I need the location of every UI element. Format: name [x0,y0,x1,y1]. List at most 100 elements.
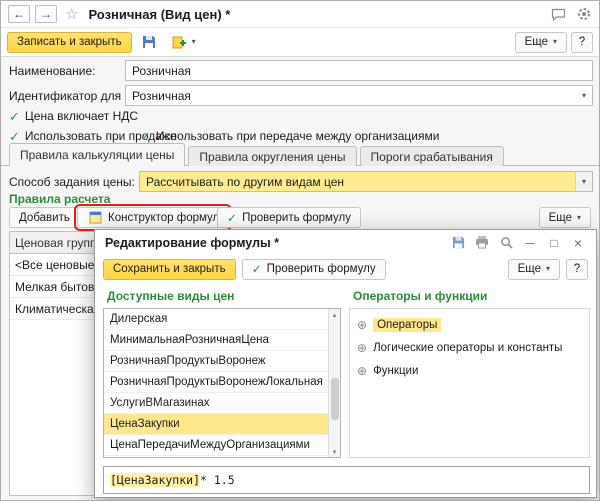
scroll-down-icon[interactable]: ▾ [333,446,337,457]
use-on-transfer-label: Использовать при передаче между организа… [155,129,440,143]
price-type-item[interactable]: РозничнаяПродуктыВоронежЛокальная [104,372,328,393]
scroll-up-icon[interactable]: ▴ [333,309,337,320]
formula-constructor-label: Конструктор формул [108,211,220,224]
tab-calculation-rules[interactable]: Правила калькуляции цены [9,143,186,166]
formula-rest: * 1.5 [200,473,235,487]
tab-thresholds[interactable]: Пороги срабатывания [359,146,504,166]
floppy-icon [141,34,157,50]
dialog-check-formula-button[interactable]: ✓ Проверить формулу [241,258,386,280]
print-icon[interactable] [474,235,490,251]
settings-gear-icon[interactable] [576,6,592,22]
list-scrollbar[interactable]: ▴ ▾ [328,309,340,457]
tab-label: Правила округления цены [199,149,346,164]
scrollbar-thumb[interactable] [330,378,339,420]
dialog-help-label: ? [573,263,581,275]
operators-panel-title: Операторы и функции [353,289,488,303]
minimize-icon[interactable]: ─ [522,235,538,251]
dialog-check-formula-label: Проверить формулу [266,263,376,275]
tree-item-label: Логические операторы и константы [373,341,563,354]
dialog-more-button[interactable]: Еще ▾ [507,258,560,280]
add-button[interactable]: Добавить [9,207,80,228]
check-icon: ✓ [9,128,20,144]
expand-icon[interactable]: ⊕ [357,318,367,332]
chevron-down-icon: ▾ [576,212,581,222]
tree-item-operators[interactable]: ⊕ Операторы [350,313,589,336]
dialog-title: Редактирование формулы * [105,235,280,250]
back-icon: ← [13,7,25,21]
discussions-icon[interactable] [550,6,566,22]
forward-icon: → [40,7,52,21]
price-method-select[interactable]: Рассчитывать по другим видам цен ▾ [139,171,593,192]
check-formula-button[interactable]: ✓ Проверить формулу [217,207,362,228]
zoom-icon[interactable] [498,235,514,251]
price-method-dropdown-button[interactable]: ▾ [575,172,592,191]
add-label: Добавить [19,211,70,224]
maximize-icon[interactable]: □ [546,235,562,251]
expand-icon[interactable]: ⊕ [357,341,367,355]
dialog-toolbar: Сохранить и закрыть ✓ Проверить формулу … [95,255,596,283]
formula-input[interactable]: [ЦенаЗакупки] * 1.5 [103,466,590,494]
dialog-save-and-close-label: Сохранить и закрыть [113,263,226,275]
help-button[interactable]: ? [571,31,593,53]
vat-checkbox-label: Цена включает НДС [24,109,139,123]
tree-item-label: Функции [373,364,419,377]
price-type-item[interactable]: Дилерская [104,309,328,330]
tree-item-functions[interactable]: ⊕ Функции [350,359,589,382]
tab-strip: Правила калькуляции цены Правила округле… [9,143,507,166]
tab-rounding-rules[interactable]: Правила округления цены [188,146,357,166]
identifier-value: Розничная [132,88,191,103]
price-type-item[interactable]: МинимальнаяРозничнаяЦена [104,330,328,351]
price-type-item[interactable]: ЦенаПередачиМеждуОрганизациями [104,435,328,456]
expand-icon[interactable]: ⊕ [357,364,367,378]
formula-editor-dialog: Редактирование формулы * ─ □ × Сохранить… [94,229,597,498]
price-types-list: Дилерская МинимальнаяРозничнаяЦена Розни… [103,308,341,458]
tree-item-logical-operators[interactable]: ⊕ Логические операторы и константы [350,336,589,359]
tab-label: Пороги срабатывания [370,149,493,164]
price-type-item-selected[interactable]: ЦенаЗакупки [104,414,328,435]
chevron-down-icon[interactable]: ▾ [582,91,586,100]
table-more-button[interactable]: Еще ▾ [538,207,591,228]
name-input[interactable]: Розничная [125,60,593,81]
green-check-icon: ✓ [251,262,262,276]
table-more-label: Еще [548,211,572,224]
name-value: Розничная [132,63,191,78]
use-on-transfer-checkbox[interactable]: ✓ Использовать при передаче между органи… [140,129,439,143]
save-icon[interactable] [450,235,466,251]
dialog-help-button[interactable]: ? [566,258,588,280]
check-icon: ✓ [140,128,151,144]
close-icon[interactable]: × [570,235,586,251]
favorite-star-icon[interactable]: ☆ [65,5,78,23]
vat-checkbox[interactable]: ✓ Цена включает НДС [9,109,138,123]
more-label: Еще [524,36,548,48]
tree-item-label: Операторы [373,317,442,332]
green-check-icon: ✓ [227,210,238,225]
window-title: Розничная (Вид цен) * [88,6,231,22]
save-button[interactable] [136,32,162,53]
chevron-down-icon: ▾ [552,37,557,46]
more-button[interactable]: Еще ▾ [514,31,567,53]
forward-button[interactable]: → [35,5,57,23]
dialog-save-and-close-button[interactable]: Сохранить и закрыть [103,258,236,280]
name-label: Наименование: [9,63,96,78]
formula-icon [87,210,103,226]
formula-constructor-button[interactable]: Конструктор формул [73,204,233,231]
price-types-panel-title: Доступные виды цен [107,289,235,303]
chevron-down-icon: ▾ [581,176,586,186]
window-titlebar: ← → ☆ Розничная (Вид цен) * [1,1,599,28]
check-icon: ✓ [9,108,20,124]
price-method-label: Способ задания цены: [9,174,135,189]
operators-tree: ⊕ Операторы ⊕ Логические операторы и кон… [349,308,590,458]
save-and-close-button[interactable]: Записать и закрыть [7,31,132,53]
back-button[interactable]: ← [8,5,30,23]
check-formula-label: Проверить формулу [242,211,352,224]
calc-rules-section-title: Правила расчета [9,192,111,206]
tab-label: Правила калькуляции цены [20,148,175,162]
formula-token: [ЦенаЗакупки] [110,473,201,487]
chevron-down-icon: ▾ [545,264,550,273]
create-based-on-button[interactable]: ▾ [166,32,201,53]
save-and-close-label: Записать и закрыть [17,36,122,48]
price-type-item[interactable]: РозничнаяПродуктыВоронеж [104,351,328,372]
dialog-titlebar: Редактирование формулы * ─ □ × [95,230,596,255]
price-type-item[interactable]: УслугиВМагазинах [104,393,328,414]
identifier-input[interactable]: Розничная ▾ [125,85,593,106]
